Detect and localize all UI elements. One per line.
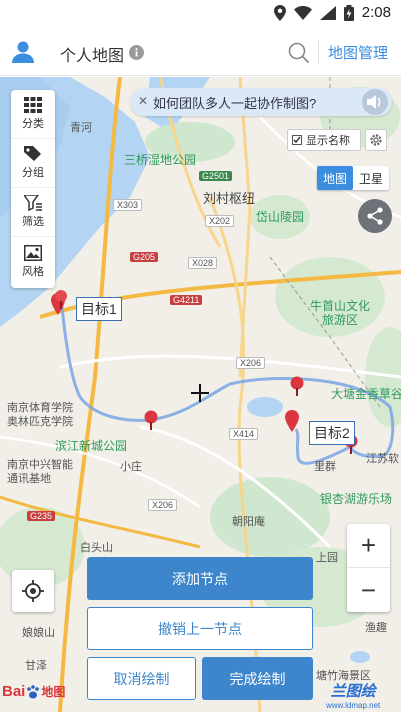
brand-logo: 兰图绘 www.ldmap.net bbox=[326, 680, 380, 710]
toolbar-group[interactable]: 分组 bbox=[11, 139, 55, 188]
road-badge: X206 bbox=[148, 499, 178, 511]
map-label: 岱山陵园 bbox=[256, 210, 305, 224]
road-badge: X414 bbox=[229, 428, 259, 440]
toolbar-label: 风格 bbox=[22, 265, 44, 278]
map-pin-icon[interactable] bbox=[285, 410, 299, 432]
map-label: 渔趣 bbox=[365, 622, 387, 634]
road-badge: G205 bbox=[130, 252, 159, 262]
map-label: 旅游区 bbox=[322, 313, 359, 327]
appbar-divider bbox=[318, 40, 319, 64]
toolbar-label: 分组 bbox=[22, 167, 44, 179]
user-icon[interactable] bbox=[12, 41, 34, 63]
undo-node-button[interactable]: 撤销上一节点 bbox=[87, 607, 313, 650]
toolbar-category[interactable]: 分类 bbox=[11, 90, 55, 139]
status-bar: 2:08 bbox=[0, 0, 401, 28]
show-names-label: 显示名称 bbox=[306, 135, 350, 147]
baidu-logo-suffix: 地图 bbox=[41, 685, 66, 699]
toolbar-style[interactable]: 风格 bbox=[11, 237, 55, 286]
map-type-switch: 地图 卫星 bbox=[317, 166, 389, 190]
left-toolbar: 分类 分组 筛选 风格 bbox=[11, 90, 55, 288]
map-label: 白头山 bbox=[80, 542, 113, 554]
checkbox-icon[interactable] bbox=[292, 135, 302, 145]
map-label: 上园 bbox=[316, 552, 338, 564]
show-names-toggle[interactable]: 显示名称 bbox=[287, 129, 361, 151]
help-bubble[interactable]: ✕ 如何团队多人一起协作制图? bbox=[130, 88, 392, 116]
share-button[interactable] bbox=[358, 199, 392, 233]
speaker-icon[interactable] bbox=[362, 89, 388, 115]
map-label: 三桥湿地公园 bbox=[124, 153, 197, 167]
map-label: 滨江新城公园 bbox=[55, 439, 128, 453]
status-time: 2:08 bbox=[361, 4, 391, 21]
zoom-control: + − bbox=[347, 524, 390, 612]
image-icon bbox=[24, 244, 42, 261]
map-label: 青河 bbox=[70, 122, 92, 134]
road-badge: G4211 bbox=[170, 295, 203, 305]
map-label: 通讯基地 bbox=[7, 473, 51, 485]
app-bar: 个人地图 地图管理 bbox=[0, 28, 401, 76]
close-icon[interactable]: ✕ bbox=[138, 94, 148, 108]
road-badge: G2501 bbox=[199, 171, 233, 181]
add-node-button[interactable]: 添加节点 bbox=[87, 557, 313, 600]
map-label: 大塘金香草谷 bbox=[331, 387, 401, 401]
map-canvas[interactable]: 青河 三桥湿地公园 刘村枢纽 岱山陵园 牛首山文化 旅游区 南京体育学院 奥林匹… bbox=[0, 77, 401, 712]
map-label: 银杏湖游乐场 bbox=[320, 492, 393, 506]
road-badge: X303 bbox=[113, 199, 143, 211]
filter-icon bbox=[24, 195, 42, 211]
zoom-in-button[interactable]: + bbox=[347, 524, 390, 568]
signal-icon bbox=[319, 5, 336, 20]
baidu-logo-text: Bai bbox=[2, 683, 26, 700]
paw-icon bbox=[27, 684, 40, 698]
info-icon[interactable] bbox=[129, 45, 144, 60]
gear-icon bbox=[370, 134, 382, 146]
target-label-2[interactable]: 目标2 bbox=[309, 421, 355, 445]
target-label-1[interactable]: 目标1 bbox=[76, 297, 122, 321]
grid-icon bbox=[24, 97, 42, 113]
map-pin-icon[interactable] bbox=[290, 376, 304, 396]
road-badge: G235 bbox=[27, 511, 56, 521]
share-icon bbox=[367, 207, 383, 225]
brand-logo-url: www.ldmap.net bbox=[326, 701, 381, 710]
battery-icon bbox=[343, 4, 354, 21]
cancel-draw-button[interactable]: 取消绘制 bbox=[87, 657, 196, 700]
map-type-map[interactable]: 地图 bbox=[317, 166, 353, 190]
locate-icon bbox=[22, 580, 44, 602]
map-pin-icon[interactable] bbox=[144, 410, 158, 430]
locate-button[interactable] bbox=[12, 570, 54, 612]
tag-icon bbox=[24, 146, 41, 161]
status-icons: 2:08 bbox=[273, 4, 391, 21]
toolbar-label: 筛选 bbox=[22, 216, 44, 228]
toolbar-filter[interactable]: 筛选 bbox=[11, 188, 55, 237]
help-bubble-text[interactable]: 如何团队多人一起协作制图? bbox=[153, 93, 316, 112]
baidu-logo: Bai 地图 bbox=[2, 683, 65, 700]
road-badge: X202 bbox=[205, 215, 235, 227]
finish-draw-button[interactable]: 完成绘制 bbox=[202, 657, 313, 700]
settings-button[interactable] bbox=[365, 129, 387, 151]
map-label: 娘娘山 bbox=[22, 627, 55, 639]
map-label: 甘泽 bbox=[25, 660, 47, 672]
map-label: 奥林匹克学院 bbox=[7, 416, 73, 428]
search-icon[interactable] bbox=[288, 42, 310, 64]
map-label: 里群 bbox=[314, 461, 336, 473]
toolbar-label: 分类 bbox=[22, 118, 44, 130]
location-icon bbox=[273, 4, 286, 21]
map-label: 刘村枢纽 bbox=[203, 191, 256, 206]
wifi-icon bbox=[293, 5, 312, 20]
brand-logo-text: 兰图绘 bbox=[330, 683, 376, 700]
map-label: 小庄 bbox=[120, 461, 142, 473]
crosshair-icon bbox=[191, 384, 209, 402]
road-badge: X028 bbox=[188, 257, 218, 269]
page-title: 个人地图 bbox=[60, 48, 125, 65]
map-label: 朝阳庵 bbox=[232, 516, 265, 528]
map-type-satellite[interactable]: 卫星 bbox=[353, 166, 389, 190]
road-badge: X206 bbox=[236, 357, 266, 369]
map-manage-link[interactable]: 地图管理 bbox=[328, 42, 388, 63]
map-pin-icon[interactable] bbox=[54, 289, 68, 309]
map-label: 江苏软 bbox=[366, 453, 399, 465]
zoom-out-button[interactable]: − bbox=[347, 568, 390, 612]
